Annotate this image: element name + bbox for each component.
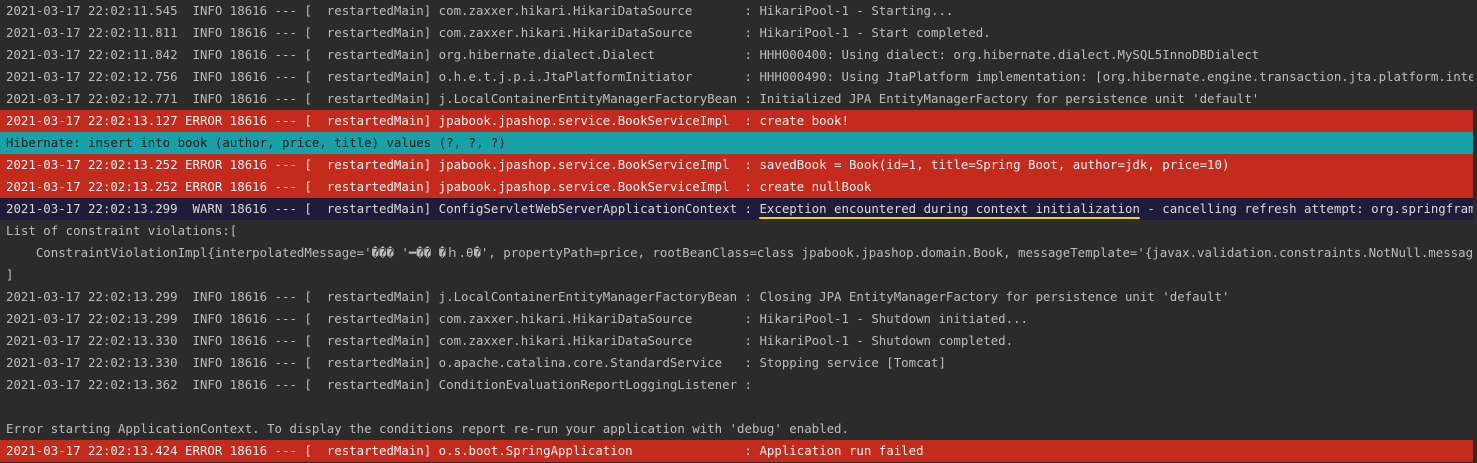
log-line: 2021-03-17 22:02:11.842 INFO 18616 --- [… — [6, 47, 1260, 62]
log-line-error: 2021-03-17 22:02:13.424 ERROR 18616 --- … — [0, 440, 1477, 462]
right-edge — [1473, 0, 1477, 463]
log-line: 2021-03-17 22:02:11.545 INFO 18616 --- [… — [6, 3, 954, 18]
log-line-warn: 2021-03-17 22:02:13.299 WARN 18616 --- [… — [0, 198, 1477, 220]
log-line: Error starting ApplicationContext. To di… — [6, 421, 849, 436]
warn-prefix: 2021-03-17 22:02:13.299 WARN 18616 --- [… — [6, 201, 760, 216]
log-line: 2021-03-17 22:02:13.330 INFO 18616 --- [… — [6, 333, 1014, 348]
log-line-sql: Hibernate: insert into book (author, pri… — [0, 132, 1477, 154]
log-line: ] — [6, 267, 14, 282]
log-line-error: 2021-03-17 22:02:13.252 ERROR 18616 --- … — [0, 176, 1477, 198]
highlighted-exception-text: Exception encountered during context ini… — [759, 198, 1141, 220]
log-line-error: 2021-03-17 22:02:13.252 ERROR 18616 --- … — [0, 154, 1477, 176]
log-line: 2021-03-17 22:02:13.299 INFO 18616 --- [… — [6, 289, 1230, 304]
console-output[interactable]: 2021-03-17 22:02:11.545 INFO 18616 --- [… — [0, 0, 1477, 463]
log-line-error: 2021-03-17 22:02:13.127 ERROR 18616 --- … — [0, 110, 1477, 132]
log-line: List of constraint violations:[ — [6, 223, 238, 238]
log-line-blank — [0, 396, 1477, 418]
log-line: 2021-03-17 22:02:13.362 INFO 18616 --- [… — [6, 377, 760, 392]
warn-suffix: - cancelling refresh attempt: org.spring… — [1147, 201, 1477, 216]
log-line: 2021-03-17 22:02:11.811 INFO 18616 --- [… — [6, 25, 991, 40]
log-line: 2021-03-17 22:02:13.330 INFO 18616 --- [… — [6, 355, 946, 370]
log-line: 2021-03-17 22:02:12.771 INFO 18616 --- [… — [6, 91, 1260, 106]
log-line: ConstraintViolationImpl{interpolatedMess… — [6, 245, 1477, 260]
log-line: 2021-03-17 22:02:12.756 INFO 18616 --- [… — [6, 69, 1477, 84]
log-line: 2021-03-17 22:02:13.299 INFO 18616 --- [… — [6, 311, 1028, 326]
